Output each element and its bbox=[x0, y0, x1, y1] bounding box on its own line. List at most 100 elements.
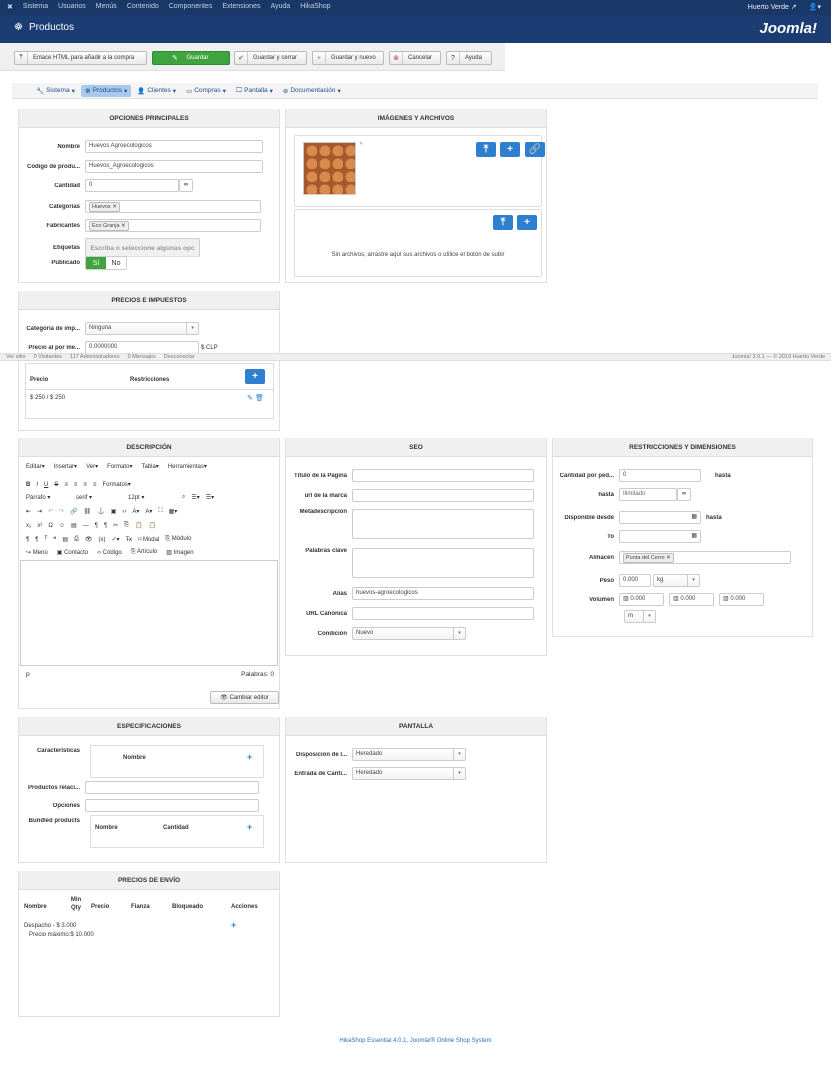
hasta-input[interactable]: Ilimitado bbox=[619, 488, 677, 501]
peso-unidad-select[interactable]: kg ▾ bbox=[653, 574, 700, 587]
topnav-componentes[interactable]: Componentes bbox=[169, 3, 213, 11]
upload-image-button[interactable]: ⤒ bbox=[476, 142, 496, 157]
cambiar-editor-button[interactable]: 👁 Cambiar editor bbox=[210, 691, 279, 704]
topnav-hikashop[interactable]: HikaShop bbox=[300, 3, 330, 11]
formatos-dropdown[interactable]: Formatos▾ bbox=[102, 481, 130, 488]
edit-price-icon[interactable]: ✎ bbox=[247, 394, 253, 402]
add-image-button[interactable]: + bbox=[500, 142, 520, 157]
volumen-largo-input[interactable]: ▥ 0.000 bbox=[619, 593, 664, 606]
image-icon[interactable]: ▣ bbox=[111, 508, 117, 515]
superscript-icon[interactable]: x² bbox=[37, 523, 42, 529]
underline-icon[interactable]: U bbox=[44, 482, 48, 488]
editor-menu-formato[interactable]: Formato▾ bbox=[107, 463, 132, 470]
etiquetas-input[interactable]: Escriba o seleccione algunas opc bbox=[85, 238, 200, 257]
italic-icon[interactable]: I bbox=[36, 482, 38, 488]
topnav-extensiones[interactable]: Extensiones bbox=[222, 3, 260, 11]
ayuda-button[interactable]: ? Ayuda bbox=[446, 51, 492, 65]
publicado-no[interactable]: No bbox=[106, 257, 126, 269]
delete-price-icon[interactable]: 🗑 bbox=[255, 394, 264, 402]
images-dropzone[interactable]: ✕ ⤒ + 🔗 bbox=[294, 135, 545, 207]
add-file-button[interactable]: + bbox=[517, 215, 537, 230]
site-link[interactable]: Huerto Verde ↗ bbox=[748, 3, 797, 11]
volumen-alto-input[interactable]: ▥ 0.000 bbox=[719, 593, 764, 606]
insert-articulo-button[interactable]: ⎘ Artículo bbox=[131, 549, 157, 556]
cantidad-pedido-input[interactable]: 0 bbox=[619, 469, 701, 482]
editor-menu-ver[interactable]: Ver▾ bbox=[86, 463, 98, 470]
rtl-icon[interactable]: ¶ bbox=[35, 537, 38, 543]
ver-sitio-link[interactable]: Ver sitio bbox=[6, 354, 26, 360]
table-icon[interactable]: ▦▾ bbox=[169, 508, 178, 515]
insert-menu-button[interactable]: ↪ Menú bbox=[26, 549, 48, 556]
palabras-clave-textarea[interactable] bbox=[352, 548, 534, 578]
add-price-button[interactable]: + bbox=[245, 369, 265, 384]
submenu-sistema[interactable]: 🔧 Sistema ▾ bbox=[32, 85, 79, 97]
topnav-ayuda[interactable]: Ayuda bbox=[270, 3, 290, 11]
editor-menu-herramientas[interactable]: Herramientas▾ bbox=[168, 463, 207, 470]
condicion-select[interactable]: Nuevo ▾ bbox=[352, 627, 466, 640]
mensajes-badge[interactable]: 0 Mensajes bbox=[128, 354, 156, 360]
guardar-cerrar-button[interactable]: ✔ Guardar y cerrar bbox=[234, 51, 307, 65]
titulo-input[interactable] bbox=[352, 469, 534, 482]
modal-button[interactable]: ⌑ Modal bbox=[138, 536, 159, 543]
unlink-icon[interactable]: ⛓ bbox=[84, 508, 92, 515]
upload-file-button[interactable]: ⤒ bbox=[493, 215, 513, 230]
text-color-icon[interactable]: A▾ bbox=[132, 508, 139, 515]
media-icon[interactable]: ▤ bbox=[71, 522, 77, 529]
redo-icon[interactable]: ↷ bbox=[59, 508, 64, 515]
disposicion-select[interactable]: Heredado ▾ bbox=[352, 748, 466, 761]
variable-icon[interactable]: (x) bbox=[98, 537, 105, 543]
topnav-menus[interactable]: Menús bbox=[96, 3, 117, 11]
strikethrough-icon[interactable]: S bbox=[54, 482, 58, 488]
remove-tag-icon[interactable]: ✕ bbox=[121, 223, 126, 229]
categoria-impuesto-select[interactable]: Ninguna ▾ bbox=[85, 322, 199, 335]
pilcrow-icon[interactable]: ¶ bbox=[95, 523, 98, 529]
almacen-input[interactable]: Punta del Cerro ✕ bbox=[619, 551, 791, 564]
anchor-icon[interactable]: ⚓ bbox=[97, 508, 104, 515]
cancelar-button[interactable]: ⊗ Cancelar bbox=[389, 51, 441, 65]
align-center-icon[interactable]: ≡ bbox=[74, 482, 78, 488]
metadescripcion-textarea[interactable] bbox=[352, 509, 534, 539]
template-icon[interactable]: ▤ bbox=[62, 536, 68, 543]
alias-input[interactable]: huevos-agroecologicos bbox=[352, 587, 534, 600]
ltr-icon[interactable]: ¶ bbox=[26, 537, 29, 543]
canonica-input[interactable] bbox=[352, 607, 534, 620]
modulo-button[interactable]: ⎘ Módulo bbox=[165, 536, 191, 543]
desconectar-link[interactable]: Desconectar bbox=[164, 354, 195, 360]
editor-menu-editar[interactable]: Editar▾ bbox=[26, 463, 45, 470]
codigo-input[interactable]: Huevos_Agroecologicos bbox=[85, 160, 263, 173]
link-image-button[interactable]: 🔗 bbox=[525, 142, 545, 157]
editor-content-area[interactable] bbox=[20, 560, 278, 666]
insert-imagen-button[interactable]: ▨ Imagen bbox=[166, 549, 193, 556]
emoticon-icon[interactable]: ☺ bbox=[59, 523, 65, 529]
bg-color-icon[interactable]: A▾ bbox=[145, 508, 152, 515]
paragraph-select[interactable]: Párrafo ▾ bbox=[26, 494, 70, 501]
paste-icon[interactable]: 📋 bbox=[135, 522, 142, 529]
fullscreen-icon[interactable]: ⛶ bbox=[158, 508, 162, 515]
infinity-icon[interactable]: ∞ bbox=[677, 488, 691, 501]
volumen-unidad-select[interactable]: m ▾ bbox=[624, 610, 656, 623]
guardar-nuevo-button[interactable]: + Guardar y nuevo bbox=[312, 51, 384, 65]
joomla-menu-icon[interactable]: ✖ bbox=[7, 3, 13, 11]
submenu-compras[interactable]: ▭ Compras ▾ bbox=[182, 85, 230, 97]
calendar-icon[interactable]: ▦ bbox=[691, 533, 697, 539]
fabricantes-input[interactable]: Eco Granja ✕ bbox=[85, 219, 261, 232]
calendar-icon[interactable]: ▦ bbox=[691, 514, 697, 520]
code-icon[interactable]: ‹› bbox=[122, 509, 126, 515]
infinity-icon[interactable]: ∞ bbox=[179, 179, 193, 192]
link-icon[interactable]: 🔗 bbox=[70, 508, 77, 515]
disponible-desde-input[interactable]: ▦ bbox=[619, 511, 701, 524]
peso-input[interactable]: 0.000 bbox=[619, 574, 651, 587]
relacionados-input[interactable] bbox=[85, 781, 259, 794]
insert-codigo-button[interactable]: ‹› Código bbox=[97, 550, 122, 556]
remove-tag-icon[interactable]: ✕ bbox=[666, 555, 671, 561]
files-dropzone[interactable]: ⤒ + Sin archivos, arrastre aquí sus arch… bbox=[294, 209, 542, 277]
remove-tag-icon[interactable]: ✕ bbox=[112, 204, 117, 210]
cantidad-input[interactable]: 0 bbox=[85, 179, 179, 192]
enlace-html-button[interactable]: ⤒ Enlace HTML para añadir a la compra bbox=[14, 51, 147, 65]
submenu-pantalla[interactable]: 🖵 Pantalla ▾ bbox=[232, 85, 277, 97]
binoculars-icon[interactable]: ⌕ bbox=[182, 494, 185, 501]
hr-icon[interactable]: — bbox=[83, 523, 89, 529]
size-select[interactable]: 12pt ▾ bbox=[128, 494, 176, 501]
submenu-documentacion[interactable]: ⊛ Documentación ▾ bbox=[279, 85, 345, 97]
product-image[interactable] bbox=[303, 142, 356, 195]
